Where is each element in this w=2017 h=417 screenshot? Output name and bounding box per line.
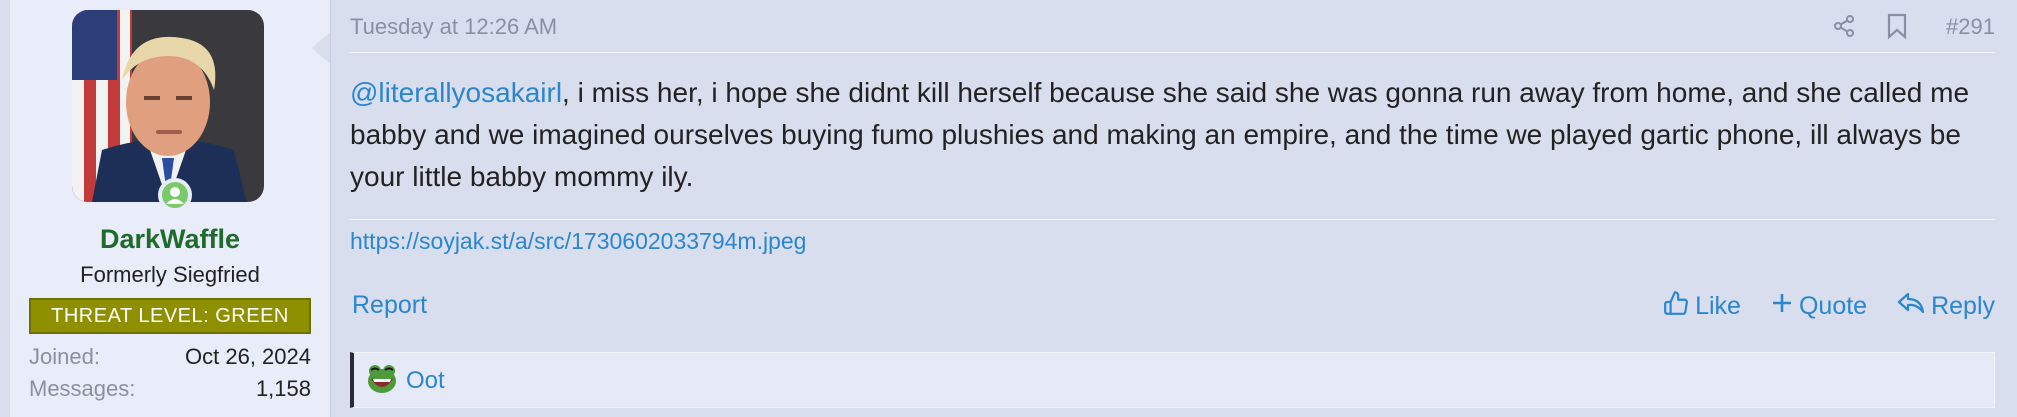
thumbs-up-icon bbox=[1663, 290, 1689, 323]
laughing-frog-icon bbox=[366, 363, 398, 400]
username[interactable]: DarkWaffle bbox=[10, 224, 330, 255]
plus-icon bbox=[1771, 292, 1793, 321]
avatar-image bbox=[72, 10, 264, 202]
post-message: @literallyosakairl, i miss her, i hope s… bbox=[350, 72, 1990, 198]
user-mention-link[interactable]: @literallyosakairl bbox=[350, 77, 562, 108]
reply-label: Reply bbox=[1931, 292, 1995, 320]
quote-label: Quote bbox=[1798, 292, 1868, 320]
messages-label: Messages: bbox=[29, 376, 136, 401]
bookmark-icon[interactable] bbox=[1886, 13, 1908, 44]
joined-row: Joined: Oct 26, 2024 bbox=[29, 344, 311, 370]
user-banner: THREAT LEVEL: GREEN bbox=[29, 298, 311, 334]
messages-row: Messages: 1,158 bbox=[29, 376, 311, 402]
signature-divider bbox=[350, 219, 1995, 220]
quote-button[interactable]: Quote bbox=[1771, 290, 1867, 323]
post-actions: Like Quote Reply bbox=[1663, 290, 1995, 323]
like-label: Like bbox=[1695, 292, 1741, 320]
reply-button[interactable]: Reply bbox=[1897, 290, 1995, 323]
report-button[interactable]: Report bbox=[352, 291, 427, 320]
post-number[interactable]: #291 bbox=[1946, 14, 1995, 40]
joined-label: Joined: bbox=[29, 344, 100, 369]
reaction-user-link[interactable]: Oot bbox=[406, 367, 445, 395]
post-arrow bbox=[312, 32, 330, 64]
reactions-bar[interactable]: Oot bbox=[350, 352, 1995, 408]
post-meta-bar: Tuesday at 12:26 AM #291 bbox=[350, 0, 1995, 53]
user-title: Formerly Siegfried bbox=[80, 262, 260, 287]
post-date[interactable]: Tuesday at 12:26 AM bbox=[350, 14, 557, 40]
reply-icon bbox=[1897, 291, 1925, 322]
post-body-text: , i miss her, i hope she didnt kill hers… bbox=[350, 77, 1970, 192]
like-button[interactable]: Like bbox=[1663, 290, 1741, 323]
joined-value: Oct 26, 2024 bbox=[185, 344, 311, 369]
share-icon[interactable] bbox=[1832, 14, 1856, 43]
avatar[interactable] bbox=[72, 10, 264, 202]
user-info-column: DarkWaffle Formerly Siegfried THREAT LEV… bbox=[10, 0, 331, 417]
post-container: DarkWaffle Formerly Siegfried THREAT LEV… bbox=[0, 0, 2017, 417]
online-status-icon bbox=[158, 178, 192, 212]
signature-link[interactable]: https://soyjak.st/a/src/1730602033794m.j… bbox=[350, 228, 806, 255]
messages-value: 1,158 bbox=[255, 376, 311, 401]
